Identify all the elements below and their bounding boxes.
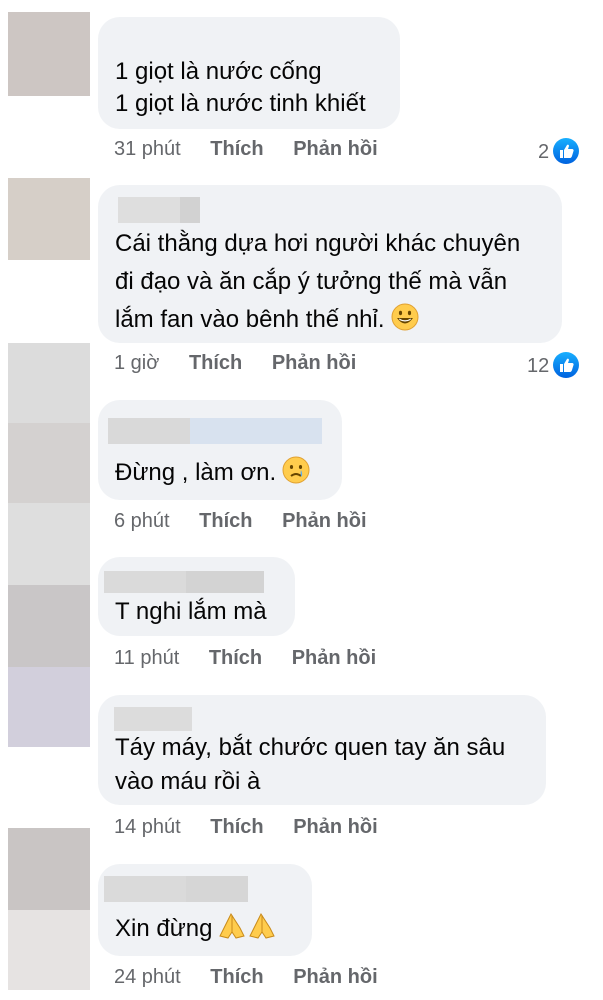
timestamp[interactable]: 31 phút bbox=[114, 138, 181, 160]
folded-hands-emoji bbox=[218, 912, 276, 948]
like-icon bbox=[553, 138, 580, 164]
like-icon bbox=[553, 352, 580, 378]
comment-text-line: vào máu rồi à bbox=[115, 768, 261, 795]
avatar[interactable] bbox=[8, 910, 90, 990]
author-name[interactable] bbox=[108, 418, 190, 444]
reaction-summary[interactable]: 12 bbox=[527, 352, 580, 378]
avatar[interactable] bbox=[8, 343, 90, 423]
comment-text: Đừng , làm ơn. bbox=[115, 459, 277, 486]
avatar[interactable] bbox=[8, 667, 90, 747]
timestamp[interactable]: 1 giờ bbox=[114, 352, 159, 374]
comment-bubble[interactable]: 1 giọt là nước cống 1 giọt là nước tinh … bbox=[98, 17, 400, 129]
author-name-part bbox=[186, 876, 248, 902]
reaction-summary[interactable]: 2 bbox=[538, 138, 580, 164]
comment-thread: 1 giọt là nước cống 1 giọt là nước tinh … bbox=[0, 0, 603, 1000]
comment-meta: 1 giờ Thích Phản hồi bbox=[114, 352, 356, 375]
like-button[interactable]: Thích bbox=[210, 816, 263, 838]
comment-text-line-with-emoji: lắm fan vào bênh thế nhỉ. bbox=[115, 303, 419, 339]
comment-bubble[interactable]: T nghi lắm mà bbox=[98, 557, 295, 636]
avatar[interactable] bbox=[8, 178, 90, 260]
reply-button[interactable]: Phản hồi bbox=[293, 816, 377, 838]
reply-button[interactable]: Phản hồi bbox=[293, 138, 377, 160]
like-button[interactable]: Thích bbox=[210, 966, 263, 988]
like-button[interactable]: Thích bbox=[199, 510, 252, 532]
author-name-part bbox=[190, 418, 322, 444]
comment-meta: 24 phút Thích Phản hồi bbox=[114, 966, 378, 989]
timestamp[interactable]: 11 phút bbox=[114, 647, 179, 669]
comment-text: lắm fan vào bênh thế nhỉ. bbox=[115, 306, 385, 333]
comment-text-line-with-emoji: Đừng , làm ơn. bbox=[115, 456, 310, 492]
avatar[interactable] bbox=[8, 585, 90, 667]
like-button[interactable]: Thích bbox=[209, 647, 262, 669]
reply-button[interactable]: Phản hồi bbox=[282, 510, 366, 532]
comment-meta: 31 phút Thích Phản hồi bbox=[114, 138, 378, 161]
avatar[interactable] bbox=[8, 503, 90, 585]
comment-text-line: đi đạo và ăn cắp ý tưởng thế mà vẫn bbox=[115, 268, 508, 295]
comment-bubble[interactable]: Táy máy, bắt chước quen tay ăn sâu vào m… bbox=[98, 695, 546, 805]
comment-text-line: T nghi lắm mà bbox=[115, 598, 267, 625]
author-name-part bbox=[180, 197, 200, 223]
avatar[interactable] bbox=[8, 828, 90, 910]
avatar[interactable] bbox=[8, 423, 90, 503]
comment-meta: 6 phút Thích Phản hồi bbox=[114, 510, 367, 533]
comment-text-line: Táy máy, bắt chước quen tay ăn sâu bbox=[115, 734, 506, 761]
comment-meta: 11 phút Thích Phản hồi bbox=[114, 647, 376, 670]
comment-bubble[interactable]: Xin đừng bbox=[98, 864, 312, 956]
like-button[interactable]: Thích bbox=[210, 138, 263, 160]
grinning-face-emoji bbox=[391, 303, 419, 339]
reply-button[interactable]: Phản hồi bbox=[272, 352, 356, 374]
timestamp[interactable]: 24 phút bbox=[114, 966, 181, 988]
comment-meta: 14 phút Thích Phản hồi bbox=[114, 816, 378, 839]
author-name[interactable] bbox=[104, 876, 186, 902]
comment-bubble[interactable]: Đừng , làm ơn. bbox=[98, 400, 342, 500]
like-button[interactable]: Thích bbox=[189, 352, 242, 374]
comment-text-line-with-emoji: Xin đừng bbox=[115, 912, 276, 948]
crying-face-emoji bbox=[282, 456, 310, 492]
timestamp[interactable]: 14 phút bbox=[114, 816, 181, 838]
comment-text-line: Cái thằng dựa hơi người khác chuyên bbox=[115, 230, 521, 257]
reply-button[interactable]: Phản hồi bbox=[293, 966, 377, 988]
author-name[interactable] bbox=[114, 707, 192, 731]
comment-bubble[interactable]: Cái thằng dựa hơi người khác chuyên đi đ… bbox=[98, 185, 562, 343]
avatar-column bbox=[0, 0, 90, 1000]
timestamp[interactable]: 6 phút bbox=[114, 510, 170, 532]
author-name[interactable] bbox=[104, 571, 186, 593]
reaction-count: 2 bbox=[538, 141, 550, 163]
author-name-part bbox=[186, 571, 264, 593]
avatar[interactable] bbox=[8, 12, 90, 96]
comment-text-line: 1 giọt là nước cống bbox=[115, 58, 322, 85]
comment-text: Xin đừng bbox=[115, 915, 213, 942]
comment-text-line: 1 giọt là nước tinh khiết bbox=[115, 90, 366, 117]
reply-button[interactable]: Phản hồi bbox=[292, 647, 376, 669]
reaction-count: 12 bbox=[527, 355, 550, 377]
